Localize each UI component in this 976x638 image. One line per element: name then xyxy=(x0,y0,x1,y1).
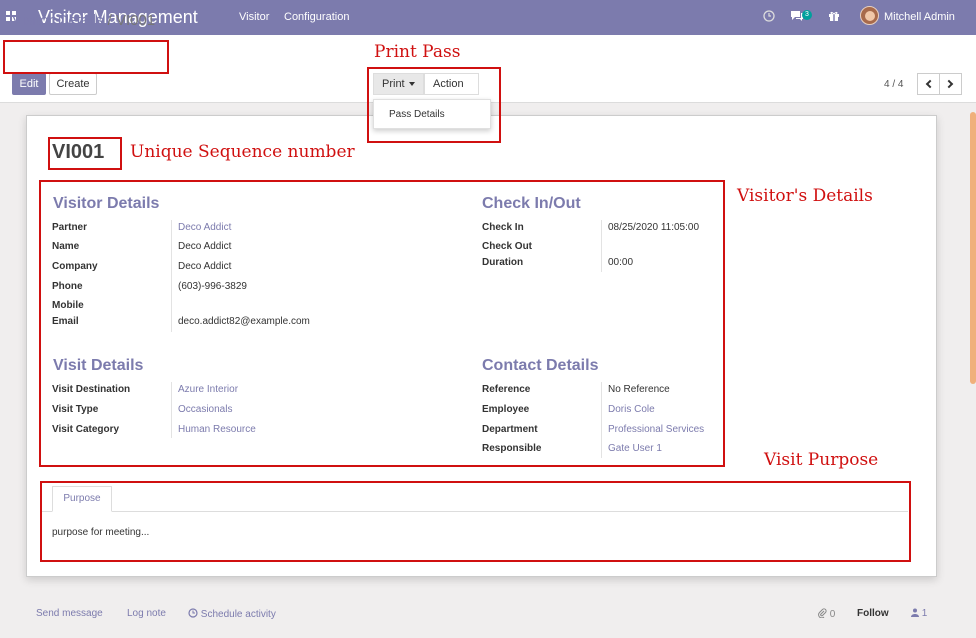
followers-count: 1 xyxy=(921,608,928,619)
log-note-button[interactable]: Log note xyxy=(127,608,166,619)
activity-clock-icon[interactable] xyxy=(763,10,775,25)
user-avatar[interactable] xyxy=(860,6,879,25)
annotation-box-visitor-details xyxy=(39,180,725,467)
user-icon xyxy=(911,608,919,617)
chevron-right-icon xyxy=(944,79,954,89)
scrollbar-thumb[interactable] xyxy=(970,112,976,384)
create-button[interactable]: Create xyxy=(49,73,97,95)
breadcrumb-current: VI001 xyxy=(115,12,156,29)
paperclip-icon xyxy=(818,608,827,619)
chevron-left-icon xyxy=(925,79,935,89)
attachments-count: 0 xyxy=(829,609,836,620)
breadcrumb-separator: / xyxy=(107,12,112,29)
pager-previous-button[interactable] xyxy=(917,73,940,95)
pager-value: 4 / 4 xyxy=(884,79,904,90)
annotation-print-pass: Print Pass xyxy=(374,42,461,62)
annotation-visit-purpose: Visit Purpose xyxy=(764,450,879,470)
schedule-activity-button[interactable]: Schedule activity xyxy=(188,608,276,620)
follow-button[interactable]: Follow xyxy=(857,608,889,619)
user-name[interactable]: Mitchell Admin xyxy=(884,11,955,23)
breadcrumb-parent[interactable]: Visitor Details xyxy=(12,12,103,29)
attachments-button[interactable]: 0 xyxy=(818,608,835,620)
pager-next-button[interactable] xyxy=(939,73,962,95)
schedule-activity-label: Schedule activity xyxy=(200,609,276,620)
annotation-box-print xyxy=(367,67,501,143)
followers-button[interactable]: 1 xyxy=(911,608,927,619)
chat-count-badge: 3 xyxy=(802,10,812,20)
annotation-visitors-details: Visitor's Details xyxy=(737,186,873,206)
annotation-box-breadcrumb xyxy=(3,40,169,74)
annotation-unique-sequence: Unique Sequence number xyxy=(130,142,355,162)
edit-button[interactable]: Edit xyxy=(12,73,46,95)
menu-configuration[interactable]: Configuration xyxy=(284,11,349,23)
annotation-box-purpose xyxy=(40,481,911,562)
annotation-box-sequence xyxy=(48,137,122,170)
clock-icon xyxy=(188,608,198,618)
gift-icon[interactable] xyxy=(828,10,840,25)
menu-visitor[interactable]: Visitor xyxy=(239,11,269,23)
breadcrumb: Visitor Details / VI001 xyxy=(12,12,155,29)
send-message-button[interactable]: Send message xyxy=(36,608,103,619)
